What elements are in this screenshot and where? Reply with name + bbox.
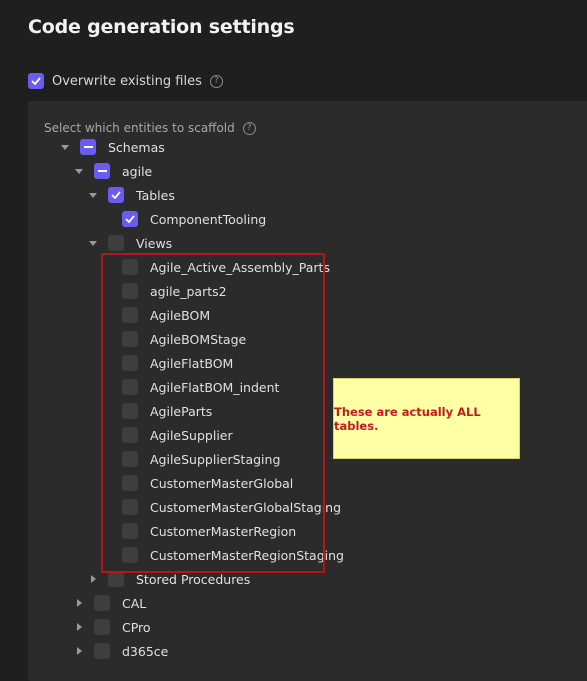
expand-toggle[interactable]	[72, 599, 86, 607]
caret-right-icon[interactable]	[76, 623, 82, 631]
tree-row[interactable]: Tables	[86, 183, 175, 207]
tree-row-label: Views	[136, 235, 173, 251]
indeterminate-icon	[83, 146, 93, 148]
expand-toggle[interactable]	[86, 192, 100, 198]
tree-row[interactable]: CAL	[72, 591, 146, 615]
caret-right-icon[interactable]	[76, 647, 82, 655]
checkmark-icon	[125, 215, 135, 223]
tree-checkbox[interactable]	[108, 235, 124, 251]
tree-row-label: Stored Procedures	[136, 571, 251, 587]
tree-row[interactable]: agile	[72, 159, 152, 183]
overwrite-checkbox[interactable]	[28, 73, 44, 89]
tree-checkbox[interactable]	[80, 139, 96, 155]
caret-down-icon[interactable]	[61, 144, 69, 150]
annotation-highlight-box	[101, 253, 325, 573]
expand-toggle[interactable]	[86, 575, 100, 583]
tree-checkbox[interactable]	[94, 163, 110, 179]
checkmark-icon	[31, 77, 41, 85]
caret-right-icon[interactable]	[76, 599, 82, 607]
caret-down-icon[interactable]	[89, 192, 97, 198]
tree-row-label: ComponentTooling	[150, 211, 267, 227]
expand-toggle[interactable]	[58, 144, 72, 150]
tree-row[interactable]: d365ce	[72, 639, 168, 663]
expand-toggle[interactable]	[72, 623, 86, 631]
overwrite-option[interactable]: Overwrite existing files ?	[28, 72, 223, 90]
tree-row-label: agile	[122, 163, 153, 179]
tree-row-label: Tables	[136, 187, 175, 203]
caret-down-icon[interactable]	[75, 168, 83, 174]
overwrite-label: Overwrite existing files	[52, 73, 202, 89]
tree-checkbox[interactable]	[122, 211, 138, 227]
tree-checkbox[interactable]	[108, 571, 124, 587]
page-title: Code generation settings	[28, 16, 295, 38]
checkmark-icon	[111, 191, 121, 199]
annotation-note: These are actually ALL tables.	[333, 378, 520, 459]
tree-row[interactable]: CPro	[72, 615, 151, 639]
tree-row[interactable]: Schemas	[58, 135, 165, 159]
tree-row-label: CAL	[122, 595, 147, 611]
caret-down-icon[interactable]	[89, 240, 97, 246]
tree-row-label: Schemas	[108, 139, 165, 155]
tree-checkbox[interactable]	[94, 619, 110, 635]
help-icon[interactable]: ?	[242, 121, 256, 135]
annotation-text: These are actually ALL tables.	[334, 404, 481, 433]
expand-toggle[interactable]	[86, 240, 100, 246]
expand-toggle[interactable]	[72, 168, 86, 174]
tree-checkbox[interactable]	[94, 595, 110, 611]
indeterminate-icon	[97, 170, 107, 172]
tree-row-label: CPro	[122, 619, 151, 635]
tree-row[interactable]: Views	[86, 231, 172, 255]
tree-checkbox[interactable]	[94, 643, 110, 659]
help-icon[interactable]: ?	[209, 74, 223, 88]
tree-row[interactable]: ComponentTooling	[100, 207, 266, 231]
expand-toggle[interactable]	[72, 647, 86, 655]
tree-row-label: d365ce	[122, 643, 169, 659]
tree-checkbox[interactable]	[108, 187, 124, 203]
caret-right-icon[interactable]	[90, 575, 96, 583]
